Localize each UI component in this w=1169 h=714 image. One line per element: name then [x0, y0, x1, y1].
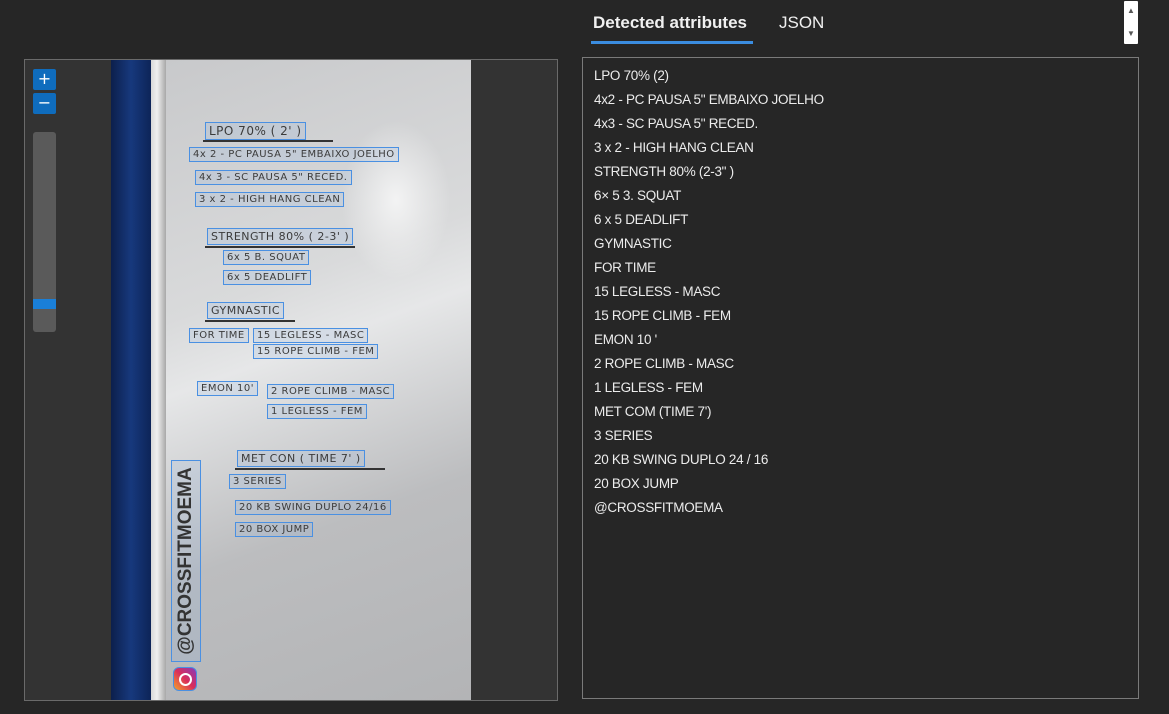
attribute-item: 3 SERIES: [594, 428, 653, 443]
attribute-item: FOR TIME: [594, 260, 656, 275]
active-tab-indicator: [591, 41, 753, 44]
detected-word-box: 4x 3 - SC PAUSA 5" RECED.: [195, 170, 352, 185]
detected-attributes-panel[interactable]: LPO 70% (2) 4x2 - PC PAUSA 5" EMBAIXO JOE…: [582, 57, 1139, 699]
attribute-item: 3 x 2 - HIGH HANG CLEAN: [594, 140, 754, 155]
zoom-in-button[interactable]: +: [33, 69, 56, 90]
attribute-item: 15 ROPE CLIMB - FEM: [594, 308, 731, 323]
detected-word-box: 15 LEGLESS - MASC: [253, 328, 369, 343]
attribute-item: 20 KB SWING DUPLO 24 / 16: [594, 452, 769, 467]
detected-word-box: GYMNASTIC: [207, 302, 285, 319]
detected-word-box: 2 ROPE CLIMB - MASC: [267, 384, 395, 399]
tab-json[interactable]: JSON: [779, 13, 824, 33]
zoom-out-button[interactable]: −: [33, 93, 56, 114]
attribute-item: 6× 5 3. SQUAT: [594, 188, 682, 203]
detected-word-box: 20 BOX JUMP: [235, 522, 314, 537]
attribute-item: GYMNASTIC: [594, 236, 672, 251]
watermark-text-box: @CROSSFITMOEMA: [171, 460, 201, 662]
attribute-item: 1 LEGLESS - FEM: [594, 380, 703, 395]
attribute-item: 4x2 - PC PAUSA 5" EMBAIXO JOELHO: [594, 92, 824, 107]
detected-word-box: 20 KB SWING DUPLO 24/16: [235, 500, 391, 515]
whiteboard-photo: LPO 70% ( 2' ) 4x 2 - PC PAUSA 5" EMBAIX…: [111, 60, 471, 700]
attribute-item: EMON 10 ': [594, 332, 657, 347]
detected-word-box: MET CON ( TIME 7' ): [237, 450, 365, 467]
detected-word-box: 4x 2 - PC PAUSA 5" EMBAIXO JOELHO: [189, 147, 399, 162]
attribute-item: @CROSSFITMOEMA: [594, 500, 723, 515]
attribute-item: 6 x 5 DEADLIFT: [594, 212, 689, 227]
watermark-text: @CROSSFITMOEMA: [175, 467, 196, 655]
scroll-down-icon[interactable]: ▼: [1124, 29, 1138, 39]
zoom-slider-thumb[interactable]: [33, 298, 56, 309]
detected-word-box: 3 SERIES: [229, 474, 286, 489]
instagram-icon: [173, 667, 197, 691]
detected-word-box: 6x 5 DEADLIFT: [223, 270, 312, 285]
tab-detected-attributes[interactable]: Detected attributes: [593, 13, 747, 33]
attribute-item: 4x3 - SC PAUSA 5" RECED.: [594, 116, 758, 131]
attribute-item: 15 LEGLESS - MASC: [594, 284, 721, 299]
attribute-item: 2 ROPE CLIMB - MASC: [594, 356, 734, 371]
image-viewer[interactable]: LPO 70% ( 2' ) 4x 2 - PC PAUSA 5" EMBAIX…: [24, 59, 558, 701]
tab-scroll-control[interactable]: ▲ ▼: [1124, 1, 1138, 44]
detected-word-box: 1 LEGLESS - FEM: [267, 404, 367, 419]
detected-word-box: LPO 70% ( 2' ): [205, 122, 306, 140]
zoom-slider[interactable]: [33, 132, 56, 332]
detected-word-box: 3 x 2 - HIGH HANG CLEAN: [195, 192, 345, 207]
detected-word-box: 15 ROPE CLIMB - FEM: [253, 344, 379, 359]
scroll-up-icon[interactable]: ▲: [1124, 6, 1138, 16]
attribute-item: STRENGTH 80% (2-3" ): [594, 164, 734, 179]
detected-word-box: 6x 5 B. SQUAT: [223, 250, 310, 265]
detected-word-box: FOR TIME: [189, 328, 249, 343]
detected-word-box: EMON 10': [197, 381, 258, 396]
attribute-item: LPO 70% (2): [594, 68, 669, 83]
attribute-item: MET COM (TIME 7'): [594, 404, 712, 419]
detected-word-box: STRENGTH 80% ( 2-3' ): [207, 228, 354, 245]
attribute-item: 20 BOX JUMP: [594, 476, 679, 491]
